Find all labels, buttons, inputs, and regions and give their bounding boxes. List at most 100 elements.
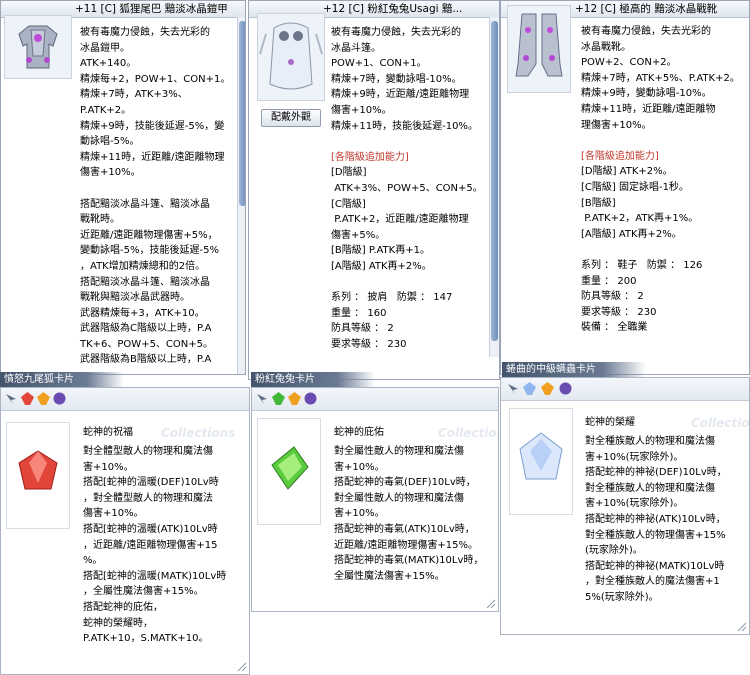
wear-appearance-button[interactable]: 配戴外觀 [261,109,321,127]
description-line: 對全種族敵人的物理和魔法傷 [585,482,715,494]
card-window-rabbit: Collections 蛇神的庇佑 對全屬性敵人的物理和魔法傷害+10%。搭配蛇… [251,387,499,612]
resize-grip-icon[interactable] [486,599,496,609]
description-line: 搭配蛇神的毒氣(ATK)10Lv時， [334,523,475,535]
description-line: 冰晶戰靴。 [581,41,631,53]
card-name: 蛇神的庇佑 [334,427,384,438]
card-banner: 粉紅兔兔卡片 [251,372,375,387]
card-window-mite: Collections 蛇神的榮耀 對全種族敵人的物理和魔法傷害+10%(玩家除… [500,377,750,635]
description-line: [C階級] [331,198,366,210]
description-line: ，ATK增加精煉總和的2倍。 [80,260,206,272]
purple-gem-icon[interactable] [559,382,572,395]
item-arrow-icon[interactable] [506,382,520,396]
description-line: 搭配[蛇神的溫暖(MATK)10Lv時 [83,570,227,582]
green-gem-icon [271,446,309,490]
card-description: 對全種族敵人的物理和魔法傷 害+10%(玩家除外)。 搭配蛇神的神祕(DEF)10L… [585,434,745,606]
item-description: 被有毒魔力侵蝕，失去光彩的 冰晶戰靴。 POW+2、CON+2。 精煉+7時，ATK+… [581,24,743,336]
description-line: 搭配蛇神的神祕(MATK)10Lv時 [585,560,725,572]
blue-gem-icon[interactable] [523,382,536,395]
description-line: 精煉+11時，技能後延遲-10%。 [331,120,478,132]
card-name: 蛇神的祝福 [83,427,133,438]
description-line: 傷害+10%。 [83,508,144,520]
description-line: 戰靴與黯淡冰晶武器時。 [80,292,190,304]
item-image [4,15,72,79]
description-line: [C階級] 固定詠唱-1秒。 [581,181,689,193]
collections-watermark: Collections [161,426,236,440]
description-line: 蛇神的榮耀時， [83,617,153,629]
scrollbar-thumb[interactable] [491,21,498,341]
card-tabs [1,388,249,411]
description-line: 對全種族敵人的物理和魔法傷 [585,436,715,447]
description-line: 害+10%(玩家除外)。 [585,498,684,510]
scrollbar[interactable] [489,17,499,357]
description-line: 搭配蛇神的毒氣(DEF)10Lv時， [334,477,476,489]
orange-gem-icon[interactable] [541,382,554,395]
item-arrow-icon[interactable] [4,392,18,406]
description-line: ATK+140。 [80,58,137,70]
card-image [257,418,321,525]
description-line: (玩家除外)。 [585,545,643,557]
description-line: [各階級追加能力] [331,151,409,163]
description-line: [B階級] P.ATK再+1。 [331,245,430,257]
orange-gem-icon[interactable] [288,392,301,405]
description-line: 精煉+9時，近距離/遠距離物理 [331,89,470,101]
green-gem-icon[interactable] [272,392,285,405]
description-line: 搭配蛇神的庇佑， [83,601,163,613]
item-arrow-icon[interactable] [255,392,269,406]
description-line: 系列 ： 鞋子 防禦 ： 126 [581,259,703,271]
collections-watermark: Collections [438,426,498,440]
description-line: 理傷害+10%。 [581,119,652,131]
description-line: 武器精煉每+3，ATK+10。 [80,307,205,319]
description-line: P.ATK+2，ATK再+1%。 [581,213,699,225]
description-line: 搭配黯淡冰晶斗篷、黯淡冰晶 [80,276,210,288]
description-line: [D階級] ATK+2%。 [581,166,673,178]
orange-gem-icon[interactable] [37,392,50,405]
resize-grip-icon[interactable] [237,662,247,672]
description-line: 冰晶斗篷。 [331,42,381,54]
description-line: 系列 ： 披肩 防禦 ： 147 [331,292,453,304]
card-tabs [501,378,749,401]
description-line: 對全體型敵人的物理和魔法傷 [83,446,213,457]
description-line: 近距離/遠距離物理傷害+15%。 [334,539,478,551]
card-banner: 憤怒九尾狐卡片 [0,372,124,387]
description-line: 搭配[蛇神的溫暖(DEF)10Lv時 [83,477,219,489]
red-gem-icon[interactable] [21,392,34,405]
description-line: 搭配蛇神的神祕(ATK)10Lv時， [585,513,726,525]
scrollbar-thumb[interactable] [239,21,245,206]
description-line: 對全種族敵人的物理傷害+15% [585,529,726,541]
description-line: 搭配蛇神的神祕(DEF)10Lv時， [585,467,727,479]
description-line: 冰晶鎧甲。 [80,42,130,54]
description-line [331,134,491,150]
description-line: [A階級] ATK再+2%。 [331,260,432,272]
description-line: 近距離/遠距離物理傷害+5%， [80,229,218,241]
description-line [80,181,238,197]
item-window-boots: +12 [C] 極高的 黯淡冰晶戰靴 被有毒魔力侵蝕，失去光彩的 冰晶戰靴。 POW… [500,0,750,375]
card-banner: 蜷曲的中級螨蟲卡片 [502,362,646,377]
description-line: [B階級] [581,197,616,209]
description-line: 精煉+11時，近距離/遠距離物 [581,103,716,115]
description-line: 全屬性魔法傷害+15%。 [334,570,445,582]
description-line: 搭配黯淡冰晶斗篷、黯淡冰晶 [80,198,210,210]
description-line: [A階級] ATK再+2%。 [581,228,682,240]
description-line: 精煉+7時，ATK+3%、P.ATK+2。 [80,89,188,116]
scrollbar[interactable] [237,17,245,374]
description-line: 精煉+9時，技能後延遲-5%，變 [80,120,225,132]
resize-grip-icon[interactable] [737,622,747,632]
description-line: 重量 ： 160 [331,307,387,319]
description-line [581,133,743,149]
cape-icon [259,22,323,90]
description-line: 傷害+5%。 [331,229,386,241]
description-line: 對全屬性敵人的物理和魔法傷 [334,492,464,504]
description-line: 戰靴時。 [80,214,120,226]
description-line: 動詠唱-5%。 [80,136,140,148]
description-line: 精煉+11時，近距離/遠距離物理 [80,151,225,163]
description-line: 武器階級為C階級以上時，P.A [80,323,212,335]
card-image [509,408,573,515]
description-line: 搭配[蛇神的溫暖(ATK)10Lv時 [83,523,218,535]
description-line: 精煉+7時，ATK+5%、P.ATK+2。 [581,72,740,84]
description-line: [D階級] [331,167,367,179]
purple-gem-icon[interactable] [304,392,317,405]
description-line: 防具等級 ： 2 [581,291,644,303]
description-line: ATK+3%、POW+5、CON+5。 [331,182,483,194]
purple-gem-icon[interactable] [53,392,66,405]
item-window-armor: +11 [C] 狐狸尾巴 黯淡冰晶鎧甲 被有毒魔力侵蝕，失去光彩的 冰晶鎧甲。 AT… [0,0,246,375]
